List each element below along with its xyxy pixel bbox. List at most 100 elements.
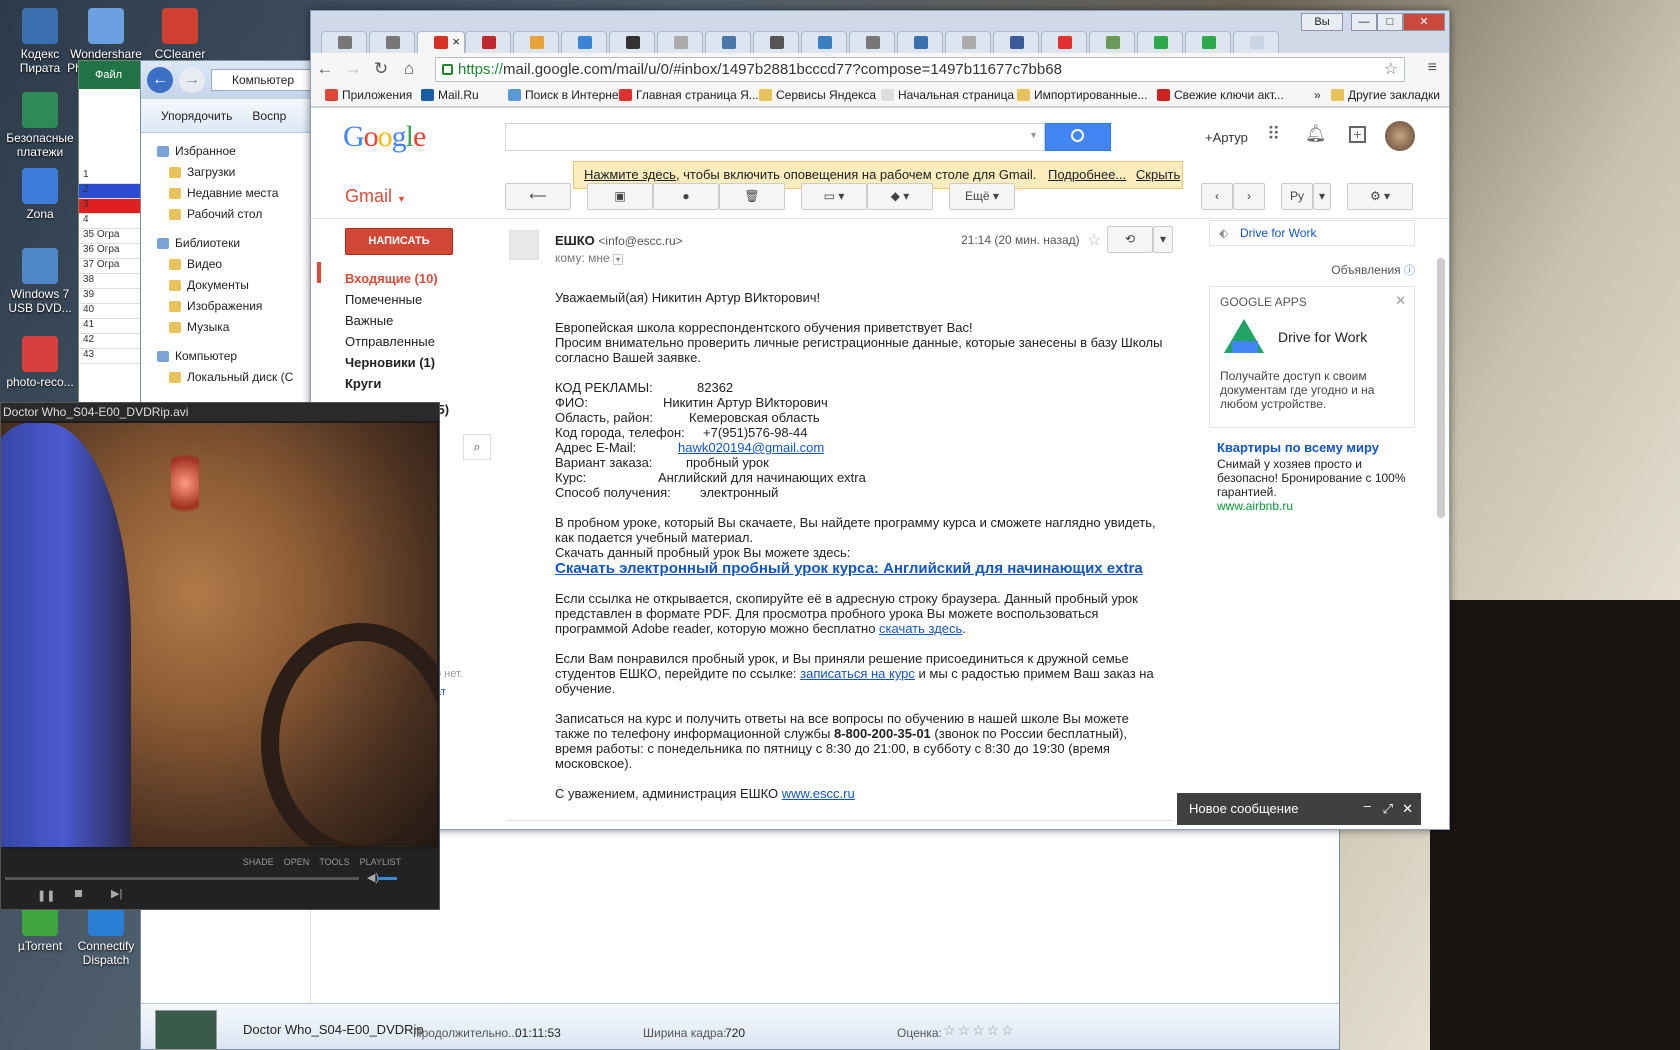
next-icon[interactable]: ▶| xyxy=(111,887,122,900)
browser-tab[interactable] xyxy=(513,31,559,53)
close-compose-icon[interactable]: ✕ xyxy=(1402,793,1413,825)
gmail-nav-item[interactable]: Важные xyxy=(345,310,505,331)
browser-tab[interactable] xyxy=(849,31,895,53)
bookmark-item[interactable]: Mail.Ru xyxy=(421,88,479,102)
browser-tab[interactable] xyxy=(657,31,703,53)
explorer-nav-item[interactable]: Музыка xyxy=(141,317,310,338)
adobe-download-link[interactable]: скачать здесь xyxy=(879,621,962,636)
profile-button[interactable]: Вы xyxy=(1301,13,1343,31)
browser-tab[interactable] xyxy=(1185,31,1231,53)
excel-row[interactable]: 42 xyxy=(79,334,147,349)
excel-window[interactable]: Файл 1 2 3 4 35 Огра 36 Огра 37 Огра 38 39 40 41 42… xyxy=(78,60,148,420)
menu-icon[interactable]: ≡ xyxy=(1428,59,1437,77)
labels-button[interactable]: ◆ ▾ xyxy=(867,183,933,210)
newer-button[interactable]: ‹ xyxy=(1201,183,1233,210)
explorer-nav-item[interactable]: Рабочий стол xyxy=(141,204,310,225)
sender[interactable]: ЕШКО <info@escc.ru> xyxy=(555,233,683,248)
browser-tab[interactable] xyxy=(1137,31,1183,53)
player-tools-button[interactable]: TOOLS xyxy=(319,857,349,867)
pause-icon[interactable]: ❚❚ xyxy=(37,889,55,902)
browser-tab[interactable] xyxy=(945,31,991,53)
browser-tab[interactable] xyxy=(369,31,415,53)
organize-button[interactable]: Упорядочить xyxy=(161,109,232,123)
dropdown-arrow-icon[interactable]: ▼ xyxy=(1029,130,1038,140)
bookmark-item[interactable]: Сервисы Яндекса xyxy=(759,88,876,102)
ad2-title[interactable]: Квартиры по всему миру xyxy=(1209,440,1415,455)
reload-icon[interactable]: ↻ xyxy=(367,59,395,79)
minimize-compose-icon[interactable]: – xyxy=(1364,790,1371,822)
share-plus-icon[interactable]: + xyxy=(1349,126,1366,143)
bookmark-item[interactable]: » xyxy=(1297,88,1321,102)
input-tools-button[interactable]: Ру xyxy=(1281,183,1313,210)
browser-tab[interactable] xyxy=(801,31,847,53)
browser-tab[interactable] xyxy=(753,31,799,53)
bookmark-item[interactable]: Свежие ключи акт... xyxy=(1157,88,1284,102)
desktop-icon[interactable]: CCleaner xyxy=(140,8,220,61)
browser-tab[interactable] xyxy=(1089,31,1135,53)
url-bar[interactable]: https://mail.google.com/mail/u/0/#inbox/… xyxy=(435,57,1405,82)
desktop-icon[interactable]: Connectify Dispatch xyxy=(66,900,146,967)
explorer-nav-item[interactable]: Недавние места xyxy=(141,183,310,204)
desktop-icon[interactable]: photo-reco... xyxy=(0,336,80,389)
gmail-nav-item[interactable]: Круги xyxy=(345,373,505,394)
browser-tab[interactable] xyxy=(321,31,367,53)
explorer-nav-item[interactable]: Избранное xyxy=(141,141,310,162)
move-to-button[interactable]: ▭ ▾ xyxy=(801,183,867,210)
browser-tab[interactable]: × xyxy=(417,31,465,53)
forward-arrow-icon[interactable]: → xyxy=(179,67,205,93)
browser-tab[interactable] xyxy=(1041,31,1087,53)
browser-tab[interactable] xyxy=(561,31,607,53)
bookmark-item[interactable]: Импортированные... xyxy=(1017,88,1147,102)
drive-chip[interactable]: ⬖ Drive for Work xyxy=(1209,220,1415,246)
older-button[interactable]: › xyxy=(1233,183,1265,210)
field-value[interactable]: hawk020194@gmail.com xyxy=(678,440,824,455)
star-icon[interactable]: ☆ xyxy=(1384,58,1398,81)
excel-row[interactable]: 1 xyxy=(79,169,147,184)
gmail-nav-item[interactable]: Черновики (1) xyxy=(345,352,505,373)
enroll-link[interactable]: записаться на курс xyxy=(800,666,915,681)
info-icon[interactable]: ⓘ xyxy=(1404,265,1415,277)
explorer-nav-item[interactable]: Библиотеки xyxy=(141,233,310,254)
close-ad-icon[interactable]: ✕ xyxy=(1395,293,1406,309)
browser-tab[interactable] xyxy=(993,31,1039,53)
player-open-button[interactable]: OPEN xyxy=(284,857,310,867)
enable-notifications-link[interactable]: Нажмите здесь xyxy=(584,167,676,182)
apps-grid-icon[interactable]: ⠿ xyxy=(1267,124,1280,145)
close-button[interactable]: ✕ xyxy=(1403,13,1445,31)
excel-row[interactable]: 3 xyxy=(79,199,147,214)
google-logo[interactable]: Google xyxy=(343,120,426,154)
explorer-nav-item[interactable]: Документы xyxy=(141,275,310,296)
spam-button[interactable]: ● xyxy=(653,183,719,210)
hangouts-search[interactable]: ⌕ xyxy=(463,434,491,460)
gmail-nav-item[interactable]: Входящие (10) xyxy=(345,268,505,289)
video-frame[interactable] xyxy=(1,423,437,847)
explorer-nav-item[interactable]: Загрузки xyxy=(141,162,310,183)
archive-button[interactable]: ▣ xyxy=(587,183,653,210)
page-scrollbar[interactable] xyxy=(1437,258,1445,518)
avatar[interactable] xyxy=(1385,121,1415,151)
excel-row[interactable]: 2 xyxy=(79,184,147,199)
desktop-icon[interactable]: Windows 7 USB DVD... xyxy=(0,248,80,315)
reply-button[interactable]: ⟲ xyxy=(1107,226,1153,253)
bookmark-item[interactable]: Главная страница Я... xyxy=(619,88,759,102)
browser-tab[interactable] xyxy=(465,31,511,53)
excel-row[interactable]: 36 Огра xyxy=(79,244,147,259)
close-tab-icon[interactable]: × xyxy=(452,34,460,49)
excel-row[interactable]: 35 Огра xyxy=(79,229,147,244)
input-tools-dropdown[interactable]: ▾ xyxy=(1313,183,1331,210)
back-icon[interactable]: ← xyxy=(311,59,339,79)
excel-file-tab[interactable]: Файл xyxy=(79,61,147,89)
seek-bar[interactable] xyxy=(5,877,359,880)
browser-tab[interactable] xyxy=(1233,31,1279,53)
excel-row[interactable]: 43 xyxy=(79,349,147,364)
hide-link[interactable]: Скрыть xyxy=(1136,167,1180,182)
home-icon[interactable]: ⌂ xyxy=(395,59,423,79)
excel-row[interactable]: 4 xyxy=(79,214,147,229)
settings-button[interactable]: ⚙ ▾ xyxy=(1347,183,1413,210)
new-message-bar[interactable]: Новое сообщение – ⤢ ✕ xyxy=(1177,793,1421,825)
expand-compose-icon[interactable]: ⤢ xyxy=(1383,793,1393,825)
back-arrow-icon[interactable]: ← xyxy=(147,67,173,93)
more-info-link[interactable]: Подробнее... xyxy=(1048,167,1126,182)
media-player-window[interactable]: Doctor Who_S04-E00_DVDRip.avi SHADE OPEN T… xyxy=(0,402,440,910)
excel-row[interactable]: 40 xyxy=(79,304,147,319)
